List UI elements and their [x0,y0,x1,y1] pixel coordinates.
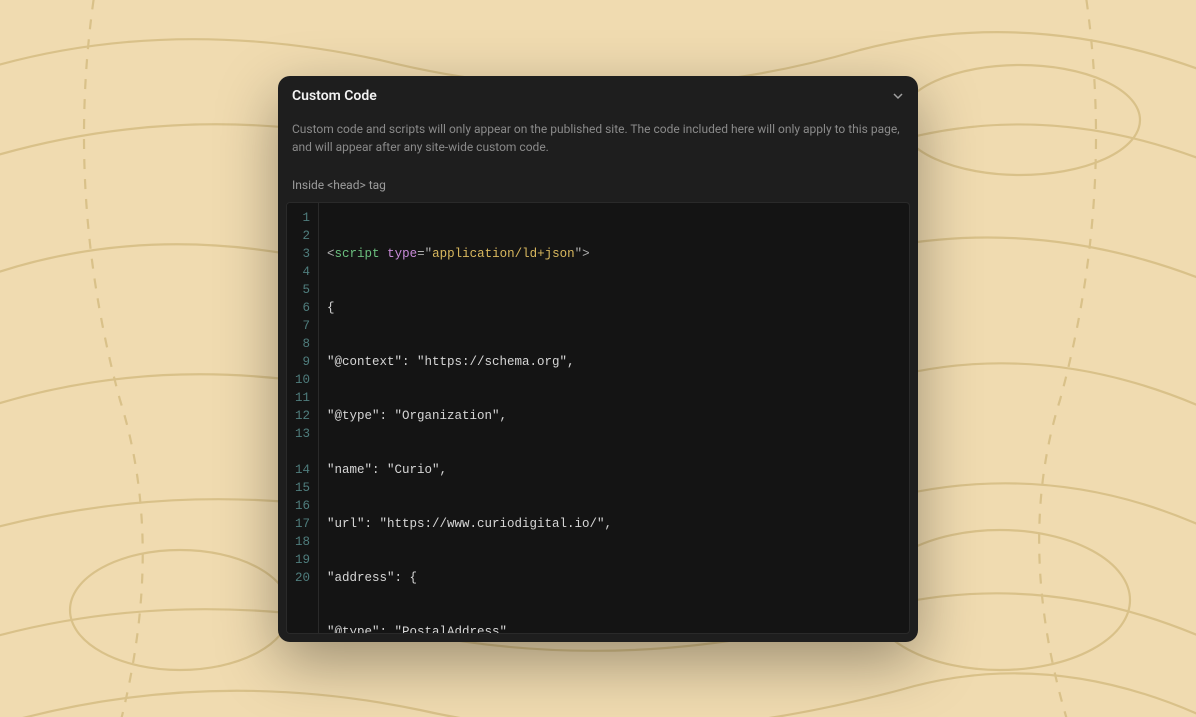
code-line: "@context": "https://schema.org", [327,353,901,371]
code-editor[interactable]: 1 2 3 4 5 6 7 8 9 10 11 12 13 14 15 16 1… [286,202,910,634]
section-label-head: Inside <head> tag [278,170,918,202]
code-line: "address": { [327,569,901,587]
code-content[interactable]: <script type="application/ld+json"> { "@… [319,203,909,633]
code-line: "@type": "Organization", [327,407,901,425]
chevron-down-icon[interactable] [892,90,904,102]
code-line: "name": "Curio", [327,461,901,479]
custom-code-panel: Custom Code Custom code and scripts will… [278,76,918,642]
code-line: <script type="application/ld+json"> [327,245,901,263]
panel-title: Custom Code [292,88,377,104]
code-line: "url": "https://www.curiodigital.io/", [327,515,901,533]
code-line: "@type": "PostalAddress", [327,623,901,634]
line-number-gutter: 1 2 3 4 5 6 7 8 9 10 11 12 13 14 15 16 1… [287,203,319,633]
panel-description: Custom code and scripts will only appear… [278,114,918,170]
panel-header[interactable]: Custom Code [278,76,918,114]
code-line: { [327,299,901,317]
